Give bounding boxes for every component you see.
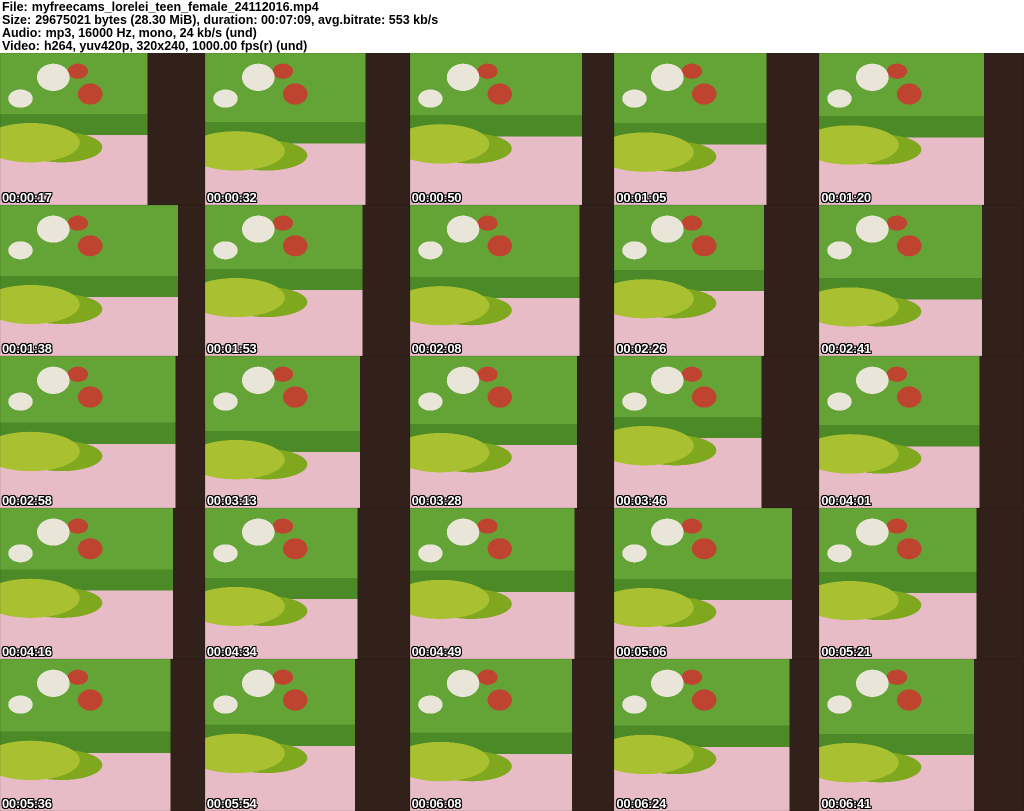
thumbnail-placeholder: 00:02:58 bbox=[0, 356, 205, 508]
thumbnail-placeholder: 00:03:13 bbox=[204, 356, 410, 508]
timestamp-label: 00:00:50 bbox=[411, 189, 462, 205]
thumbnail-placeholder: 00:05:54 bbox=[204, 659, 410, 811]
timestamp-label: 00:04:01 bbox=[821, 492, 871, 508]
thumbnail-placeholder: 00:01:53 bbox=[204, 204, 410, 357]
timestamp-label: 00:01:38 bbox=[2, 341, 52, 357]
thumbnail-placeholder: 00:04:16 bbox=[0, 507, 205, 660]
timestamp-label: 00:00:17 bbox=[2, 189, 52, 205]
timestamp-label: 00:02:26 bbox=[616, 341, 667, 357]
thumbnail-placeholder: 00:02:26 bbox=[614, 204, 820, 357]
audio-value: mp3, 16000 Hz, mono, 24 kb/s (und) bbox=[45, 26, 257, 40]
timestamp-label: 00:05:36 bbox=[2, 796, 52, 811]
file-value: myfreecams_lorelei_teen_female_24112016.… bbox=[31, 0, 319, 14]
timestamp-label: 00:01:53 bbox=[206, 341, 257, 357]
thumbnail-placeholder: 00:06:24 bbox=[614, 659, 820, 811]
timestamp-label: 00:01:05 bbox=[616, 189, 667, 205]
timestamp-label: 00:02:58 bbox=[2, 492, 52, 508]
timestamp-label: 00:05:06 bbox=[616, 644, 667, 660]
thumbnail-placeholder: 00:05:21 bbox=[819, 507, 1024, 660]
thumbnail-placeholder: 00:00:50 bbox=[409, 53, 615, 205]
thumbnail-placeholder: 00:01:05 bbox=[614, 53, 820, 205]
size-value: 29675021 bytes (28.30 MiB), duration: 00… bbox=[35, 13, 439, 27]
thumbnail-placeholder: 00:04:34 bbox=[204, 507, 410, 660]
metadata-header: File: myfreecams_lorelei_teen_female_2411… bbox=[0, 0, 1024, 53]
timestamp-label: 00:05:21 bbox=[821, 644, 871, 660]
thumbnail-placeholder: 00:03:46 bbox=[614, 356, 820, 508]
thumbnail-placeholder: 00:03:28 bbox=[409, 356, 615, 508]
thumbnail-placeholder: 00:04:49 bbox=[409, 507, 615, 660]
timestamp-label: 00:02:41 bbox=[821, 341, 871, 357]
thumbnail-placeholder: 00:01:20 bbox=[819, 53, 1024, 205]
thumbnail-placeholder: 00:05:36 bbox=[0, 659, 205, 811]
timestamp-label: 00:03:46 bbox=[616, 492, 667, 508]
thumbnail-placeholder: 00:02:08 bbox=[409, 204, 615, 357]
timestamp-label: 00:01:20 bbox=[821, 189, 871, 205]
timestamp-label: 00:04:49 bbox=[411, 644, 462, 660]
thumbnail-placeholder: 00:06:08 bbox=[409, 659, 615, 811]
thumbnail-placeholder: 00:01:38 bbox=[0, 204, 205, 357]
thumbnail-placeholder: 00:04:01 bbox=[819, 356, 1024, 508]
timestamp-label: 00:05:54 bbox=[206, 796, 257, 811]
thumbnail-placeholder: 00:05:06 bbox=[614, 507, 820, 660]
timestamp-label: 00:03:28 bbox=[411, 492, 462, 508]
thumbnail-placeholder: 00:00:32 bbox=[204, 53, 410, 205]
size-label: Size: bbox=[2, 13, 32, 27]
file-label: File: bbox=[2, 0, 28, 14]
timestamp-label: 00:02:08 bbox=[411, 341, 462, 357]
timestamp-label: 00:04:34 bbox=[206, 644, 257, 660]
timestamp-label: 00:06:24 bbox=[616, 796, 667, 811]
timestamp-label: 00:06:41 bbox=[821, 796, 871, 811]
thumbnail-grid: 00:00:17 00:00:32 00:00:50 00:01:05 00:0… bbox=[0, 53, 1024, 811]
video-value: h264, yuv420p, 320x240, 1000.00 fps(r) (… bbox=[43, 39, 308, 53]
video-label: Video: bbox=[2, 39, 40, 53]
thumbnail-placeholder: 00:00:17 bbox=[0, 53, 205, 205]
video-line: Video: h264, yuv420p, 320x240, 1000.00 fp… bbox=[2, 40, 1024, 53]
thumbnail-placeholder: 00:06:41 bbox=[819, 659, 1024, 811]
timestamp-label: 00:04:16 bbox=[2, 644, 52, 660]
audio-label: Audio: bbox=[2, 26, 42, 40]
timestamp-label: 00:03:13 bbox=[206, 492, 257, 508]
timestamp-label: 00:00:32 bbox=[206, 189, 257, 205]
thumbnail-placeholder: 00:02:41 bbox=[819, 204, 1024, 357]
timestamp-label: 00:06:08 bbox=[411, 796, 462, 811]
